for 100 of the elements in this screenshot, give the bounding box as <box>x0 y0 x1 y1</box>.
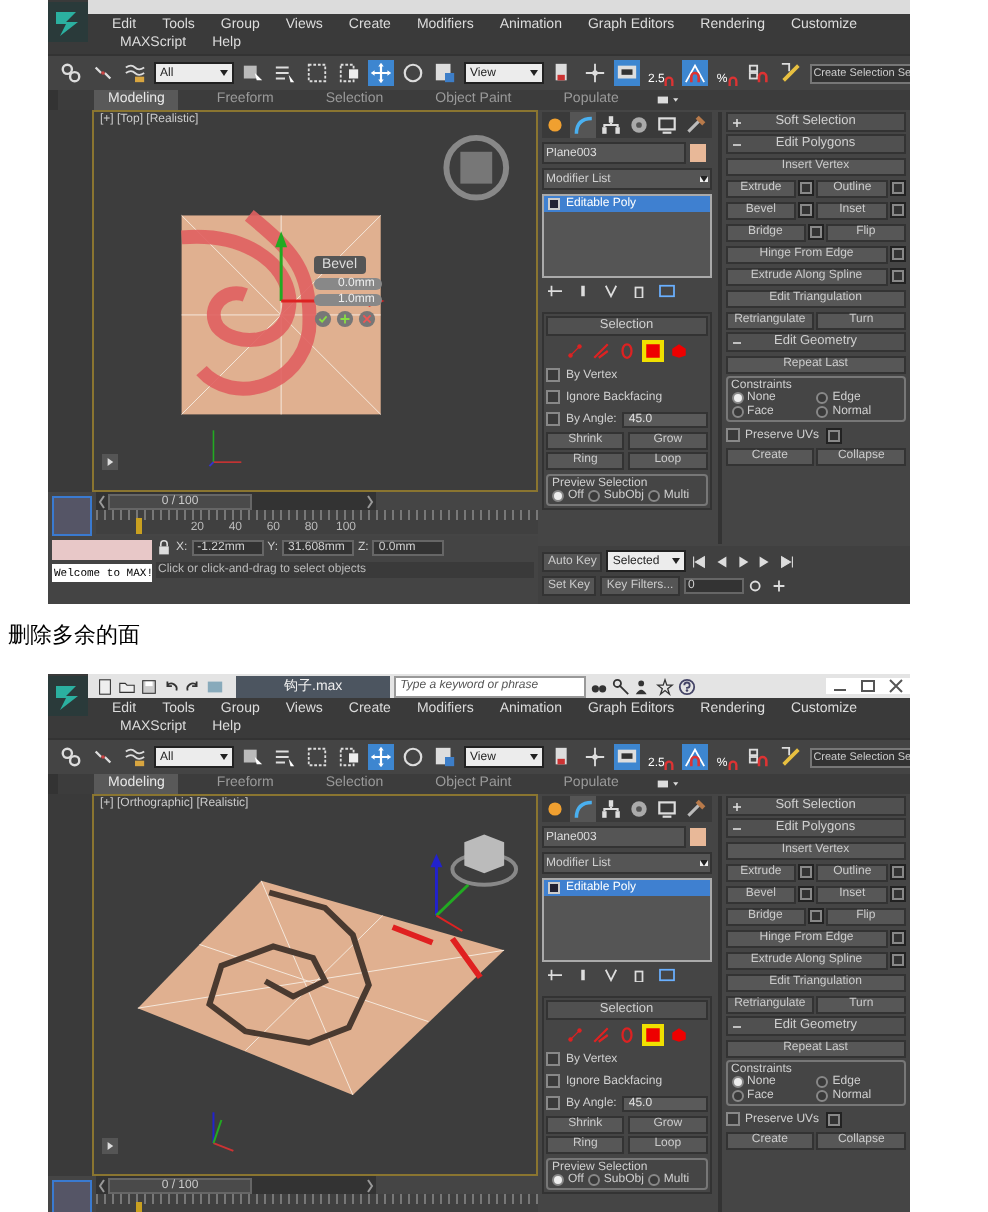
app-logo-icon[interactable] <box>48 674 88 718</box>
display-tab-icon[interactable] <box>654 112 680 138</box>
move-icon[interactable] <box>368 744 394 770</box>
settings-button[interactable] <box>798 864 815 880</box>
go-to-start-icon[interactable] <box>690 553 709 569</box>
viewport-thumbnail[interactable] <box>52 1180 92 1212</box>
window-crossing-icon[interactable] <box>336 744 362 770</box>
settings-button[interactable] <box>890 180 907 196</box>
keyboard-shortcut-icon[interactable] <box>614 60 640 86</box>
axis-constraint-icon[interactable] <box>582 60 608 86</box>
rotate-icon[interactable] <box>400 744 426 770</box>
collapse-icon[interactable] <box>731 139 742 149</box>
link-icon[interactable] <box>58 60 84 86</box>
link-icon[interactable] <box>58 744 84 770</box>
motion-tab-icon[interactable] <box>626 796 652 822</box>
pin-stack-icon[interactable] <box>546 968 564 982</box>
window-crossing-icon[interactable] <box>336 60 362 86</box>
radio-button[interactable] <box>587 1174 600 1186</box>
save-icon[interactable] <box>140 677 158 695</box>
star-icon[interactable] <box>656 677 675 695</box>
settings-button[interactable] <box>807 224 824 240</box>
checkbox[interactable] <box>546 390 560 404</box>
scale-icon[interactable] <box>432 60 458 86</box>
edit-named-selection-icon[interactable] <box>777 60 804 86</box>
object-color-swatch[interactable] <box>690 828 706 846</box>
previous-frame-icon[interactable] <box>712 553 731 569</box>
settings-button[interactable] <box>890 886 907 902</box>
redo-icon[interactable] <box>184 677 202 695</box>
spinner-snap-icon[interactable] <box>745 60 772 86</box>
angle-snap-icon[interactable] <box>682 744 709 770</box>
radio-button[interactable] <box>816 1076 829 1088</box>
make-unique-icon[interactable] <box>602 284 620 298</box>
settings-button[interactable] <box>798 202 815 218</box>
previous-icon[interactable] <box>96 493 108 509</box>
collapse-icon[interactable] <box>731 1021 742 1031</box>
settings-button[interactable] <box>798 180 815 196</box>
radio-button[interactable] <box>816 392 829 404</box>
hierarchy-tab-icon[interactable] <box>598 112 624 138</box>
next-icon[interactable] <box>364 1177 376 1193</box>
expand-icon[interactable] <box>731 117 742 127</box>
collapse-icon[interactable] <box>731 823 742 833</box>
checkbox[interactable] <box>546 1052 560 1066</box>
play-animation-icon[interactable] <box>734 553 753 569</box>
pan-icon[interactable] <box>770 578 789 594</box>
checkbox[interactable] <box>725 1112 740 1126</box>
radio-button[interactable] <box>647 1174 660 1186</box>
radio-button[interactable] <box>552 490 564 502</box>
app-logo-icon[interactable] <box>48 0 88 44</box>
settings-button[interactable] <box>825 1111 842 1127</box>
next-icon[interactable] <box>364 493 376 509</box>
configure-sets-icon[interactable] <box>658 284 676 298</box>
settings-button[interactable] <box>807 908 824 924</box>
undo-icon[interactable] <box>162 677 180 695</box>
settings-button[interactable] <box>890 930 906 946</box>
keyboard-shortcut-icon[interactable] <box>614 744 640 770</box>
angle-snap-icon[interactable] <box>682 60 709 86</box>
settings-button[interactable] <box>890 202 907 218</box>
ok-icon[interactable] <box>314 310 332 328</box>
settings-button[interactable] <box>890 268 906 284</box>
polygon-mode-icon[interactable] <box>641 1024 664 1046</box>
viewport-thumbnail[interactable] <box>52 496 92 536</box>
lock-icon[interactable] <box>156 540 172 556</box>
display-tab-icon[interactable] <box>654 796 680 822</box>
move-icon[interactable] <box>368 60 394 86</box>
object-color-swatch[interactable] <box>690 144 706 162</box>
pin-stack-icon[interactable] <box>546 284 564 298</box>
axis-constraint-icon[interactable] <box>582 744 608 770</box>
spinner-snap-icon[interactable] <box>745 744 772 770</box>
checkbox[interactable] <box>725 428 740 442</box>
open-file-icon[interactable] <box>118 677 136 695</box>
utilities-tab-icon[interactable] <box>682 112 708 138</box>
settings-button[interactable] <box>890 952 906 968</box>
radio-button[interactable] <box>731 1090 744 1102</box>
checkbox[interactable] <box>546 368 560 382</box>
play-icon[interactable] <box>102 454 118 470</box>
new-file-icon[interactable] <box>96 677 114 695</box>
make-unique-icon[interactable] <box>602 968 620 982</box>
collapse-icon[interactable] <box>731 337 742 347</box>
ribbon-options-icon[interactable] <box>656 776 681 792</box>
settings-button[interactable] <box>798 886 815 902</box>
settings-button[interactable] <box>825 427 842 443</box>
radio-button[interactable] <box>816 1090 829 1102</box>
help-icon[interactable] <box>678 677 697 695</box>
checkbox[interactable] <box>546 412 560 426</box>
radio-button[interactable] <box>731 406 744 418</box>
apply-icon[interactable] <box>336 310 354 328</box>
scale-icon[interactable] <box>432 744 458 770</box>
polygon-mode-icon[interactable] <box>641 340 664 362</box>
rectangle-selection-icon[interactable] <box>304 60 330 86</box>
radio-button[interactable] <box>647 490 660 502</box>
radio-button[interactable] <box>731 392 744 404</box>
go-to-end-icon[interactable] <box>778 553 797 569</box>
radio-button[interactable] <box>816 406 829 418</box>
rectangle-selection-icon[interactable] <box>304 744 330 770</box>
select-object-icon[interactable] <box>240 744 266 770</box>
motion-tab-icon[interactable] <box>626 112 652 138</box>
space-warp-icon[interactable] <box>122 60 148 86</box>
play-icon[interactable] <box>102 1138 118 1154</box>
remove-modifier-icon[interactable] <box>630 968 648 982</box>
edit-named-selection-icon[interactable] <box>777 744 804 770</box>
